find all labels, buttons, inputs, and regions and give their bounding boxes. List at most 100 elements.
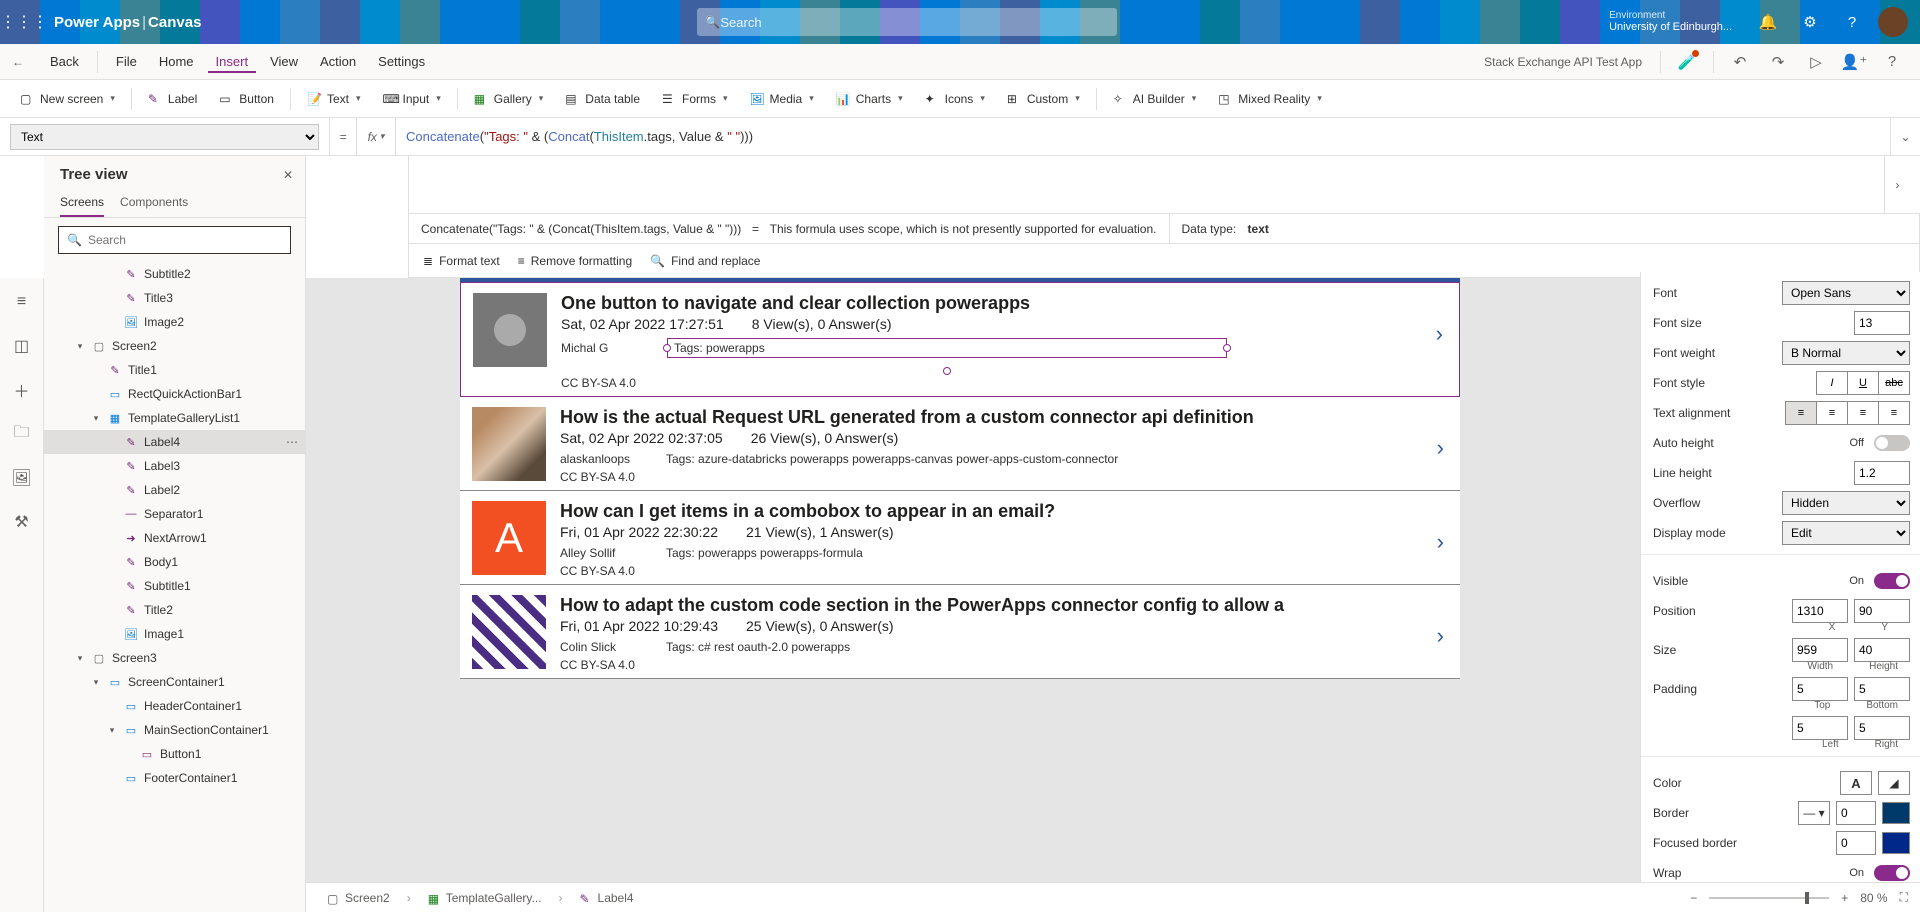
breadcrumb-gallery[interactable]: ▦TemplateGallery... — [419, 888, 551, 908]
tree-node-RectQuickActionBar1[interactable]: ▭RectQuickActionBar1⋯ — [44, 382, 305, 406]
prop-focused-border-width-input[interactable] — [1836, 831, 1876, 855]
ribbon-mixed-reality[interactable]: ◳Mixed Reality▾ — [1210, 88, 1330, 110]
prop-line-height-input[interactable] — [1854, 461, 1910, 485]
zoom-out-icon[interactable]: − — [1690, 891, 1697, 905]
tree-node-Title1[interactable]: ✎Title1⋯ — [44, 358, 305, 382]
breadcrumb-label[interactable]: ✎Label4 — [571, 888, 643, 908]
formula-bar[interactable]: Concatenate("Tags: " & (Concat(ThisItem.… — [396, 118, 1890, 155]
menu-home[interactable]: Home — [151, 50, 202, 73]
tree-node-Label2[interactable]: ✎Label2⋯ — [44, 478, 305, 502]
rail-add-icon[interactable]: ＋ — [6, 374, 38, 406]
property-selector[interactable]: Text — [10, 124, 319, 150]
tree-tab-components[interactable]: Components — [120, 187, 188, 217]
prop-pos-x-input[interactable] — [1792, 599, 1848, 623]
gallery-card[interactable]: One button to navigate and clear collect… — [460, 282, 1460, 397]
share-icon[interactable]: 👤⁺ — [1838, 46, 1870, 78]
app-checker-icon[interactable]: 🧪 — [1671, 46, 1703, 78]
ribbon-button[interactable]: ▭Button — [211, 88, 282, 110]
align-justify-button[interactable]: ≡ — [1878, 401, 1910, 425]
tree-close-icon[interactable]: ✕ — [283, 168, 293, 182]
tree-node-HeaderContainer1[interactable]: ▭HeaderContainer1⋯ — [44, 694, 305, 718]
prop-width-input[interactable] — [1792, 638, 1848, 662]
tree-node-more-icon[interactable]: ⋯ — [286, 435, 299, 449]
tree-node-Title3[interactable]: ✎Title3⋯ — [44, 286, 305, 310]
resize-handle-bottom[interactable] — [943, 367, 951, 375]
tree-node-Label3[interactable]: ✎Label3⋯ — [44, 454, 305, 478]
align-right-button[interactable]: ≡ — [1847, 401, 1879, 425]
app-launcher-icon[interactable]: ⋮⋮⋮ — [0, 12, 48, 32]
prop-pad-top-input[interactable] — [1792, 677, 1848, 701]
tree-search[interactable]: 🔍 — [58, 226, 291, 254]
ribbon-data-table[interactable]: ▤Data table — [557, 88, 648, 110]
tree-node-ScreenContainer1[interactable]: ▾▭ScreenContainer1⋯ — [44, 670, 305, 694]
tree-node-Screen2[interactable]: ▾▢Screen2⋯ — [44, 334, 305, 358]
help-menubar-icon[interactable]: ? — [1876, 46, 1908, 78]
tree-node-Subtitle2[interactable]: ✎Subtitle2⋯ — [44, 262, 305, 286]
ribbon-media[interactable]: 🖼Media▾ — [742, 88, 822, 110]
prop-pad-right-input[interactable] — [1854, 716, 1910, 740]
resize-handle-right[interactable] — [1223, 344, 1231, 352]
next-arrow-icon[interactable]: › — [1437, 529, 1444, 555]
back-icon[interactable]: ← — [12, 55, 36, 69]
ribbon-custom[interactable]: ⊞Custom▾ — [999, 88, 1088, 110]
prop-pad-left-input[interactable] — [1792, 716, 1848, 740]
italic-button[interactable]: I — [1816, 371, 1848, 395]
remove-formatting-button[interactable]: ≡Remove formatting — [518, 254, 632, 268]
next-arrow-icon[interactable]: › — [1437, 623, 1444, 649]
global-search[interactable]: 🔍 — [697, 8, 1117, 36]
tree-node-Subtitle1[interactable]: ✎Subtitle1⋯ — [44, 574, 305, 598]
ribbon-input[interactable]: ⌨Input▾ — [375, 88, 449, 110]
format-text-button[interactable]: ≣Format text — [423, 254, 500, 268]
align-center-button[interactable]: ≡ — [1816, 401, 1848, 425]
visible-toggle[interactable] — [1874, 573, 1910, 589]
resize-handle-left[interactable] — [663, 344, 671, 352]
prop-font-weight-select[interactable]: B Normal — [1782, 341, 1910, 365]
zoom-in-icon[interactable]: + — [1841, 891, 1848, 905]
menu-back[interactable]: Back — [42, 50, 87, 73]
undo-icon[interactable]: ↶ — [1724, 46, 1756, 78]
focused-border-color-swatch[interactable] — [1882, 832, 1910, 854]
settings-gear-icon[interactable]: ⚙ — [1794, 6, 1826, 38]
tree-node-Body1[interactable]: ✎Body1⋯ — [44, 550, 305, 574]
menu-insert[interactable]: Insert — [208, 50, 257, 73]
help-icon[interactable]: ? — [1836, 6, 1868, 38]
tree-search-input[interactable] — [88, 233, 282, 247]
strike-button[interactable]: abc — [1878, 371, 1910, 395]
menu-file[interactable]: File — [108, 50, 145, 73]
tree-node-Label4[interactable]: ✎Label4⋯ — [44, 430, 305, 454]
prop-pad-bottom-input[interactable] — [1854, 677, 1910, 701]
tree-tab-screens[interactable]: Screens — [60, 187, 104, 217]
gallery-card[interactable]: AHow can I get items in a combobox to ap… — [460, 491, 1460, 585]
user-avatar[interactable] — [1878, 7, 1908, 37]
tree-node-FooterContainer1[interactable]: ▭FooterContainer1⋯ — [44, 766, 305, 790]
auto-height-toggle[interactable] — [1874, 435, 1910, 451]
prop-font-select[interactable]: Open Sans — [1782, 281, 1910, 305]
ribbon-charts[interactable]: 📊Charts▾ — [828, 88, 911, 110]
gallery-card[interactable]: How to adapt the custom code section in … — [460, 585, 1460, 679]
next-arrow-icon[interactable]: › — [1436, 321, 1443, 347]
preview-play-icon[interactable]: ▷ — [1800, 46, 1832, 78]
ribbon-gallery[interactable]: ▦Gallery▾ — [466, 88, 552, 110]
canvas[interactable]: One button to navigate and clear collect… — [460, 278, 1460, 679]
border-color-swatch[interactable] — [1882, 802, 1910, 824]
rail-tree-icon[interactable]: ≡ — [6, 286, 38, 318]
next-arrow-icon[interactable]: › — [1437, 435, 1444, 461]
zoom-slider[interactable] — [1709, 897, 1829, 899]
find-replace-button[interactable]: 🔍Find and replace — [650, 254, 760, 268]
menu-view[interactable]: View — [262, 50, 306, 73]
menu-settings[interactable]: Settings — [370, 50, 433, 73]
prop-display-mode-select[interactable]: Edit — [1782, 521, 1910, 545]
tree-node-Separator1[interactable]: —Separator1⋯ — [44, 502, 305, 526]
ribbon-icons[interactable]: ✦Icons▾ — [917, 88, 993, 110]
prop-pos-y-input[interactable] — [1854, 599, 1910, 623]
underline-button[interactable]: U — [1847, 371, 1879, 395]
fx-button[interactable]: fx▾ — [356, 118, 396, 155]
fill-color-button[interactable]: ◢ — [1878, 771, 1910, 795]
ribbon-label[interactable]: ✎Label — [140, 88, 205, 110]
redo-icon[interactable]: ↷ — [1762, 46, 1794, 78]
tree-node-Image2[interactable]: 🖼Image2⋯ — [44, 310, 305, 334]
tree-node-Image1[interactable]: 🖼Image1⋯ — [44, 622, 305, 646]
ribbon-text[interactable]: 📝Text▾ — [299, 88, 369, 110]
ribbon-forms[interactable]: ☰Forms▾ — [654, 88, 736, 110]
gallery-card[interactable]: How is the actual Request URL generated … — [460, 397, 1460, 491]
